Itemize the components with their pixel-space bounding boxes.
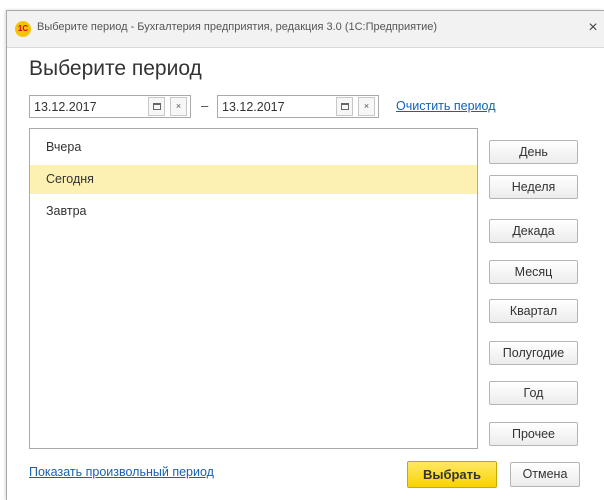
end-date-field: × <box>217 95 379 118</box>
show-custom-period-link[interactable]: Показать произвольный период <box>29 465 214 479</box>
logo-text: 1С <box>17 24 29 33</box>
title-bar: 1С Выберите период - Бухгалтерия предпри… <box>7 11 604 48</box>
clear-period-link[interactable]: Очистить период <box>396 99 496 113</box>
other-button[interactable]: Прочее <box>489 422 578 446</box>
week-button[interactable]: Неделя <box>489 175 578 199</box>
clear-icon[interactable]: × <box>170 97 187 116</box>
year-button[interactable]: Год <box>489 381 578 405</box>
list-item[interactable]: Завтра <box>30 197 477 226</box>
1c-logo-icon: 1С <box>15 21 31 37</box>
list-item[interactable]: Вчера <box>30 133 477 162</box>
start-date-field: × <box>29 95 191 118</box>
half-year-button[interactable]: Полугодие <box>489 341 578 365</box>
dialog-window: 1С Выберите период - Бухгалтерия предпри… <box>6 10 604 500</box>
list-item-selected[interactable]: Сегодня <box>30 165 477 194</box>
window-title: Выберите период - Бухгалтерия предприяти… <box>37 21 438 33</box>
page-title: Выберите период <box>29 57 202 80</box>
day-button[interactable]: День <box>489 140 578 164</box>
end-date-input[interactable] <box>218 96 328 117</box>
start-date-input[interactable] <box>30 96 140 117</box>
select-button[interactable]: Выбрать <box>407 461 497 488</box>
period-list: Вчера Сегодня Завтра <box>29 128 478 449</box>
quarter-button[interactable]: Квартал <box>489 299 578 323</box>
date-range-dash: – <box>201 98 209 113</box>
close-icon[interactable]: × <box>584 17 602 39</box>
month-button[interactable]: Месяц <box>489 260 578 284</box>
clear-icon[interactable]: × <box>358 97 375 116</box>
cancel-button[interactable]: Отмена <box>510 462 580 487</box>
calendar-icon[interactable] <box>336 97 353 116</box>
decade-button[interactable]: Декада <box>489 219 578 243</box>
calendar-icon[interactable] <box>148 97 165 116</box>
